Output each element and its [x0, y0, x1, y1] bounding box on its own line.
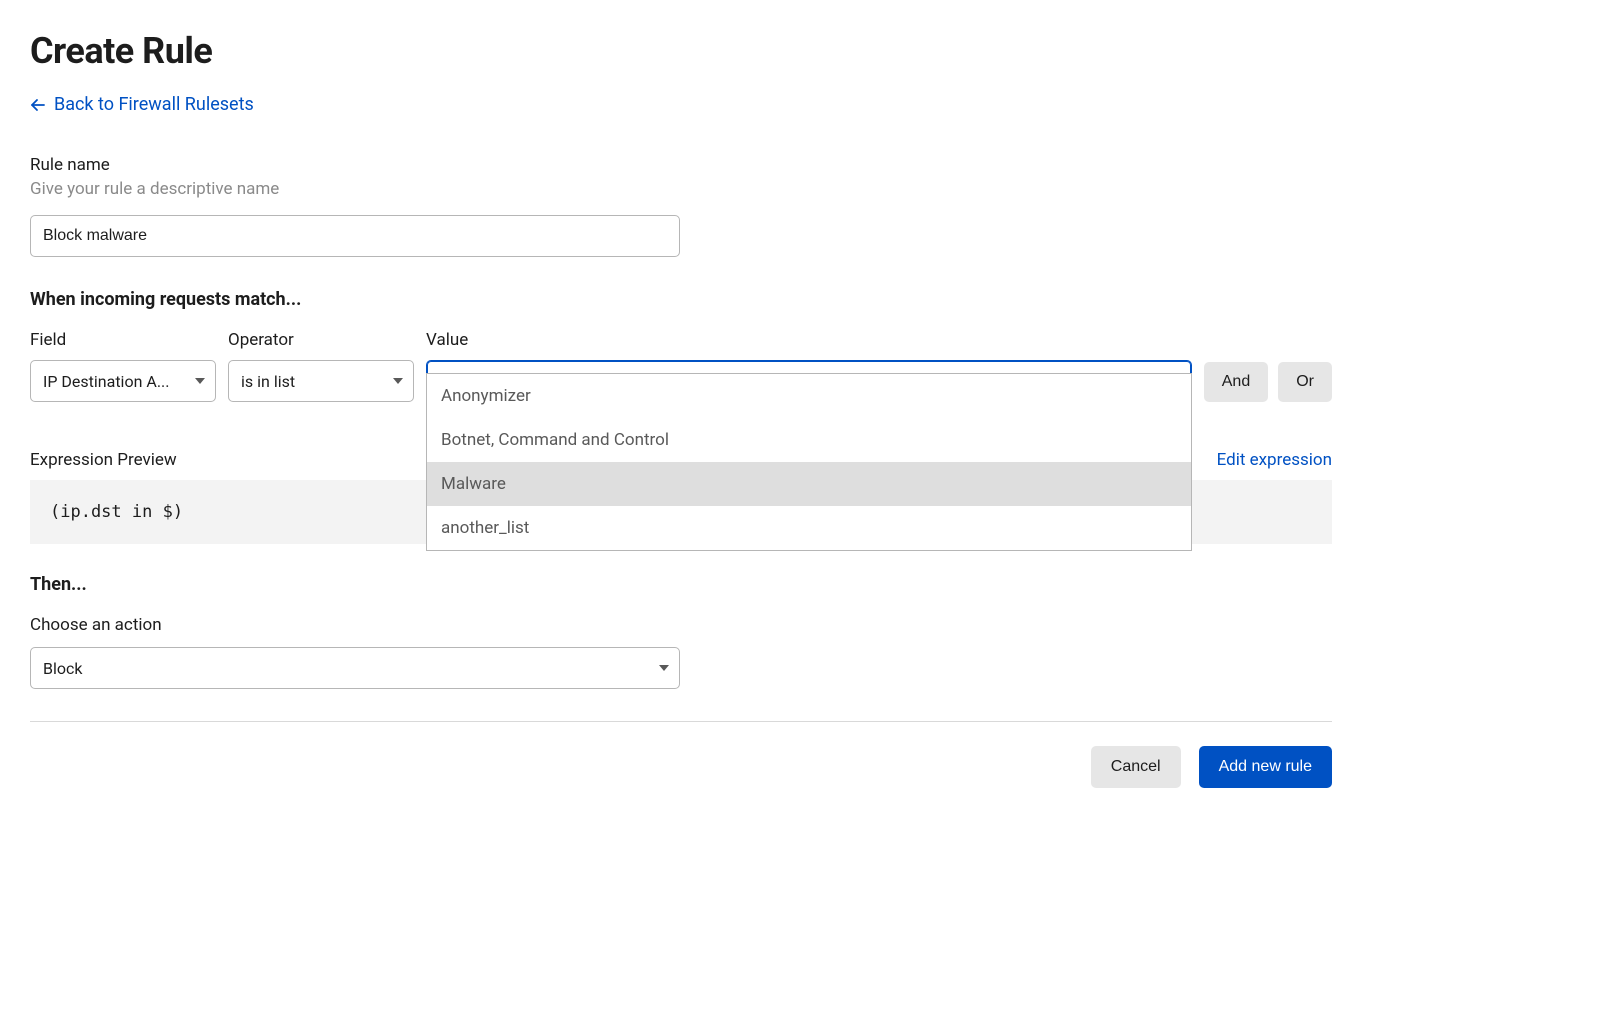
arrow-left-icon: [30, 97, 46, 113]
operator-column-label: Operator: [228, 330, 414, 350]
then-header: Then...: [30, 574, 1332, 595]
value-column-label: Value: [426, 330, 1192, 350]
field-select[interactable]: IP Destination A...: [30, 360, 216, 402]
value-option[interactable]: another_list: [427, 506, 1191, 550]
edit-expression-link[interactable]: Edit expression: [1217, 450, 1332, 470]
operator-select[interactable]: is in list: [228, 360, 414, 402]
value-dropdown: AnonymizerBotnet, Command and ControlMal…: [426, 373, 1192, 551]
chevron-down-icon: [393, 378, 403, 384]
action-select-value: Block: [43, 659, 82, 678]
chevron-down-icon: [195, 378, 205, 384]
cancel-button[interactable]: Cancel: [1091, 746, 1181, 788]
operator-select-value: is in list: [241, 372, 295, 391]
rule-name-help: Give your rule a descriptive name: [30, 179, 1332, 199]
page-title: Create Rule: [30, 30, 1332, 72]
back-link[interactable]: Back to Firewall Rulesets: [30, 94, 254, 115]
rule-name-input[interactable]: [30, 215, 680, 257]
field-select-value: IP Destination A...: [43, 372, 169, 391]
expression-preview-label: Expression Preview: [30, 450, 177, 470]
match-header: When incoming requests match...: [30, 289, 1332, 310]
value-option[interactable]: Botnet, Command and Control: [427, 418, 1191, 462]
value-option[interactable]: Malware: [427, 462, 1191, 506]
back-link-text: Back to Firewall Rulesets: [54, 94, 254, 115]
rule-name-label: Rule name: [30, 155, 1332, 175]
add-rule-button[interactable]: Add new rule: [1199, 746, 1332, 788]
action-label: Choose an action: [30, 615, 1332, 635]
action-select[interactable]: Block: [30, 647, 680, 689]
value-option[interactable]: Anonymizer: [427, 374, 1191, 418]
field-column-label: Field: [30, 330, 216, 350]
and-button[interactable]: And: [1204, 362, 1268, 402]
divider: [30, 721, 1332, 722]
or-button[interactable]: Or: [1278, 362, 1332, 402]
chevron-down-icon: [659, 665, 669, 671]
